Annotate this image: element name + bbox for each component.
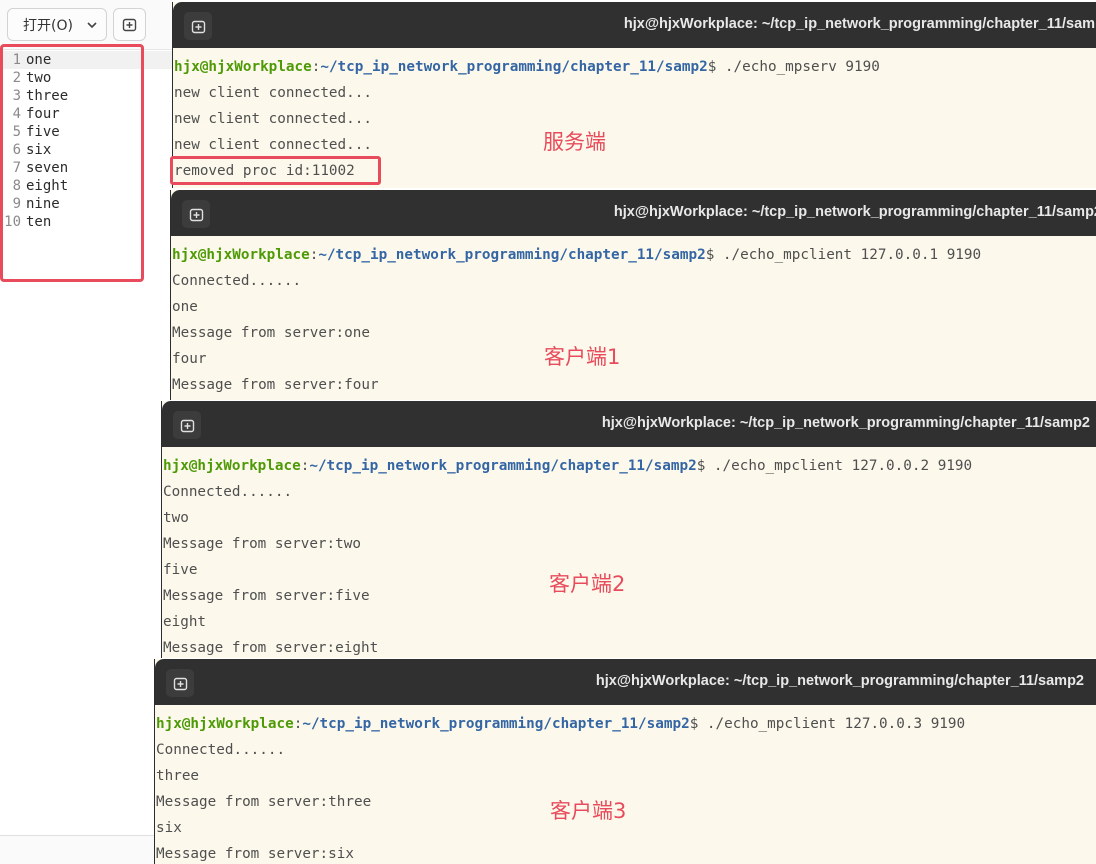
terminal-output-line: five bbox=[163, 562, 198, 578]
new-tab-button[interactable] bbox=[173, 411, 201, 439]
prompt-symbol: $ bbox=[705, 247, 723, 263]
prompt-path: ~/tcp_ip_network_programming/chapter_11/… bbox=[302, 716, 690, 732]
new-tab-button[interactable] bbox=[182, 200, 210, 228]
open-button-label: 打开(O) bbox=[23, 17, 73, 34]
editor-status-bar bbox=[0, 835, 172, 864]
editor-header-bar: 打开(O) bbox=[0, 0, 172, 48]
prompt-user: hjx@hjxWorkplace bbox=[156, 716, 294, 732]
terminal-output: hjx@hjxWorkplace:~/tcp_ip_network_progra… bbox=[171, 236, 1096, 400]
new-document-button[interactable] bbox=[113, 8, 146, 41]
annotation-client-3-label: 客户端3 bbox=[550, 799, 627, 823]
terminal-titlebar: hjx@hjxWorkplace: ~/tcp_ip_network_progr… bbox=[162, 401, 1096, 447]
prompt-line: hjx@hjxWorkplace:~/tcp_ip_network_progra… bbox=[172, 246, 981, 264]
terminal-output: hjx@hjxWorkplace:~/tcp_ip_network_progra… bbox=[162, 447, 1096, 658]
prompt-line: hjx@hjxWorkplace:~/tcp_ip_network_progra… bbox=[156, 715, 965, 733]
prompt-line: hjx@hjxWorkplace:~/tcp_ip_network_progra… bbox=[174, 58, 880, 76]
new-tab-icon bbox=[189, 208, 203, 221]
command-text: ./echo_mpserv 9190 bbox=[724, 59, 880, 75]
terminal-client-2[interactable]: hjx@hjxWorkplace: ~/tcp_ip_network_progr… bbox=[161, 401, 1096, 658]
prompt-line: hjx@hjxWorkplace:~/tcp_ip_network_progra… bbox=[163, 457, 972, 475]
terminal-output-line: new client connected... bbox=[174, 137, 372, 153]
terminal-output: hjx@hjxWorkplace:~/tcp_ip_network_progra… bbox=[155, 705, 1096, 864]
terminal-output-line: Connected...... bbox=[156, 742, 286, 758]
terminal-client-1[interactable]: hjx@hjxWorkplace: ~/tcp_ip_network_progr… bbox=[170, 190, 1096, 400]
new-tab-icon bbox=[180, 419, 194, 432]
command-text: ./echo_mpclient 127.0.0.1 9190 bbox=[722, 247, 982, 263]
command-text: ./echo_mpclient 127.0.0.2 9190 bbox=[713, 458, 973, 474]
annotation-client-1-label: 客户端1 bbox=[544, 345, 621, 369]
terminal-title: hjx@hjxWorkplace: ~/tcp_ip_network_progr… bbox=[613, 204, 1096, 220]
new-tab-icon bbox=[122, 18, 137, 32]
terminal-output-line: new client connected... bbox=[174, 111, 372, 127]
terminal-titlebar: hjx@hjxWorkplace: ~/tcp_ip_network_progr… bbox=[155, 659, 1096, 705]
terminal-output-line: new client connected... bbox=[174, 85, 372, 101]
terminal-output-line: Message from server:one bbox=[172, 325, 370, 341]
command-text: ./echo_mpclient 127.0.0.3 9190 bbox=[706, 716, 966, 732]
terminal-output-line: one bbox=[172, 299, 198, 315]
terminal-title: hjx@hjxWorkplace: ~/tcp_ip_network_progr… bbox=[623, 16, 1096, 32]
chevron-down-icon bbox=[87, 22, 97, 29]
prompt-user: hjx@hjxWorkplace bbox=[174, 59, 312, 75]
terminal-output-line: eight bbox=[163, 614, 207, 630]
terminal-titlebar: hjx@hjxWorkplace: ~/tcp_ip_network_progr… bbox=[171, 190, 1096, 236]
prompt-path: ~/tcp_ip_network_programming/chapter_11/… bbox=[320, 59, 708, 75]
terminal-output-line: Message from server:two bbox=[163, 536, 361, 552]
terminal-title: hjx@hjxWorkplace: ~/tcp_ip_network_progr… bbox=[601, 415, 1090, 431]
annotation-client-2-label: 客户端2 bbox=[549, 572, 626, 596]
annotation-box-removed-proc bbox=[170, 156, 381, 185]
terminal-output-line: four bbox=[172, 351, 207, 367]
terminal-output-line: six bbox=[156, 820, 182, 836]
terminal-output-line: Message from server:six bbox=[156, 846, 354, 862]
new-tab-icon bbox=[173, 677, 187, 690]
terminal-output-line: Message from server:four bbox=[172, 377, 379, 393]
new-tab-button[interactable] bbox=[166, 669, 194, 697]
prompt-user: hjx@hjxWorkplace bbox=[163, 458, 301, 474]
prompt-user: hjx@hjxWorkplace bbox=[172, 247, 310, 263]
terminal-output-line: Connected...... bbox=[172, 273, 302, 289]
terminal-title: hjx@hjxWorkplace: ~/tcp_ip_network_progr… bbox=[595, 673, 1084, 689]
annotation-box-editor-lines bbox=[0, 44, 144, 282]
new-tab-button[interactable] bbox=[184, 12, 212, 40]
terminal-client-3[interactable]: hjx@hjxWorkplace: ~/tcp_ip_network_progr… bbox=[154, 659, 1096, 864]
prompt-path: ~/tcp_ip_network_programming/chapter_11/… bbox=[309, 458, 697, 474]
prompt-path: ~/tcp_ip_network_programming/chapter_11/… bbox=[318, 247, 706, 263]
prompt-symbol: $ bbox=[707, 59, 725, 75]
terminal-titlebar: hjx@hjxWorkplace: ~/tcp_ip_network_progr… bbox=[173, 2, 1096, 48]
prompt-symbol: $ bbox=[696, 458, 714, 474]
terminal-output-line: Message from server:five bbox=[163, 588, 370, 604]
terminal-output-line: three bbox=[156, 768, 200, 784]
open-file-button[interactable]: 打开(O) bbox=[7, 8, 107, 41]
terminal-output-line: Connected...... bbox=[163, 484, 293, 500]
terminal-output-line: two bbox=[163, 510, 189, 526]
prompt-symbol: $ bbox=[689, 716, 707, 732]
terminal-output-line: Message from server:eight bbox=[163, 640, 379, 656]
terminal-output-line: Message from server:three bbox=[156, 794, 372, 810]
annotation-server-label: 服务端 bbox=[543, 130, 606, 154]
new-tab-icon bbox=[191, 20, 205, 33]
